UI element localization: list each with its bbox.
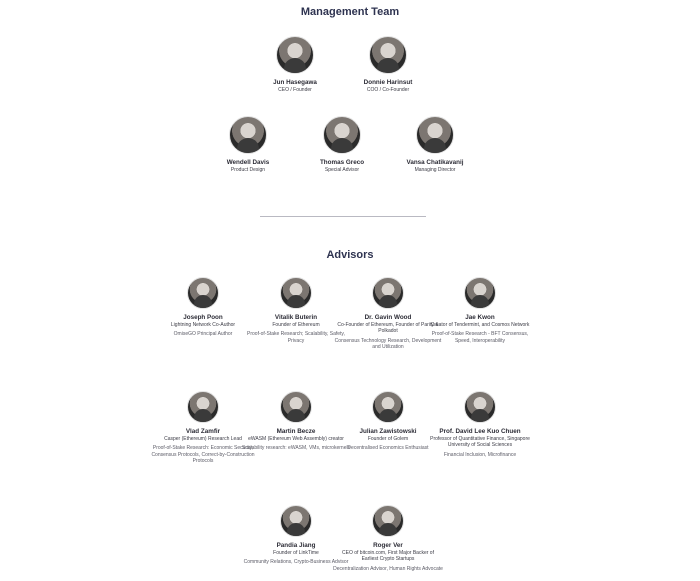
member-role: COO / Co-Founder bbox=[366, 87, 410, 94]
avatar bbox=[369, 36, 407, 74]
avatar bbox=[229, 116, 267, 154]
advisor-role: CEO of bitcoin.com, First Major Backer o… bbox=[342, 550, 434, 563]
avatar bbox=[280, 391, 312, 423]
section-divider bbox=[260, 216, 426, 217]
member-role: Managing Director bbox=[414, 167, 456, 174]
advisor-focus: Decentralization Advisor, Human Rights A… bbox=[333, 565, 443, 572]
advisor-card: Jae Kwon Creator of Tendermint, and Cosm… bbox=[425, 277, 535, 344]
advisor-focus: Financial Inclusion, Microfinance bbox=[443, 451, 517, 458]
avatar bbox=[187, 277, 219, 309]
team-member-card: Donnie Harinsut COO / Co-Founder bbox=[333, 36, 443, 93]
advisor-name: Roger Ver bbox=[373, 542, 403, 549]
advisor-role: Professor of Quantitative Finance, Singa… bbox=[430, 436, 530, 449]
avatar bbox=[280, 505, 312, 537]
management-team-heading: Management Team bbox=[300, 6, 400, 18]
avatar bbox=[280, 277, 312, 309]
advisor-card: Prof. David Lee Kuo Chuen Professor of Q… bbox=[425, 391, 535, 458]
member-name: Donnie Harinsut bbox=[363, 79, 413, 86]
team-member-card: Vansa Chatikavanij Managing Director bbox=[380, 116, 490, 173]
advisors-heading: Advisors bbox=[326, 249, 374, 261]
advisor-name: Prof. David Lee Kuo Chuen bbox=[439, 428, 521, 435]
avatar bbox=[276, 36, 314, 74]
avatar bbox=[372, 391, 404, 423]
member-name: Vansa Chatikavanij bbox=[406, 159, 464, 166]
advisor-card: Roger Ver CEO of bitcoin.com, First Majo… bbox=[333, 505, 443, 572]
advisor-focus: Proof-of-Stake Research - BFT Consensus,… bbox=[431, 331, 529, 344]
avatar bbox=[416, 116, 454, 154]
avatar bbox=[323, 116, 361, 154]
avatar bbox=[372, 277, 404, 309]
advisor-name: Jae Kwon bbox=[465, 314, 495, 321]
avatar bbox=[464, 391, 496, 423]
advisor-role: Creator of Tendermint, and Cosmos Networ… bbox=[430, 322, 530, 329]
avatar bbox=[464, 277, 496, 309]
avatar bbox=[187, 391, 219, 423]
avatar bbox=[372, 505, 404, 537]
